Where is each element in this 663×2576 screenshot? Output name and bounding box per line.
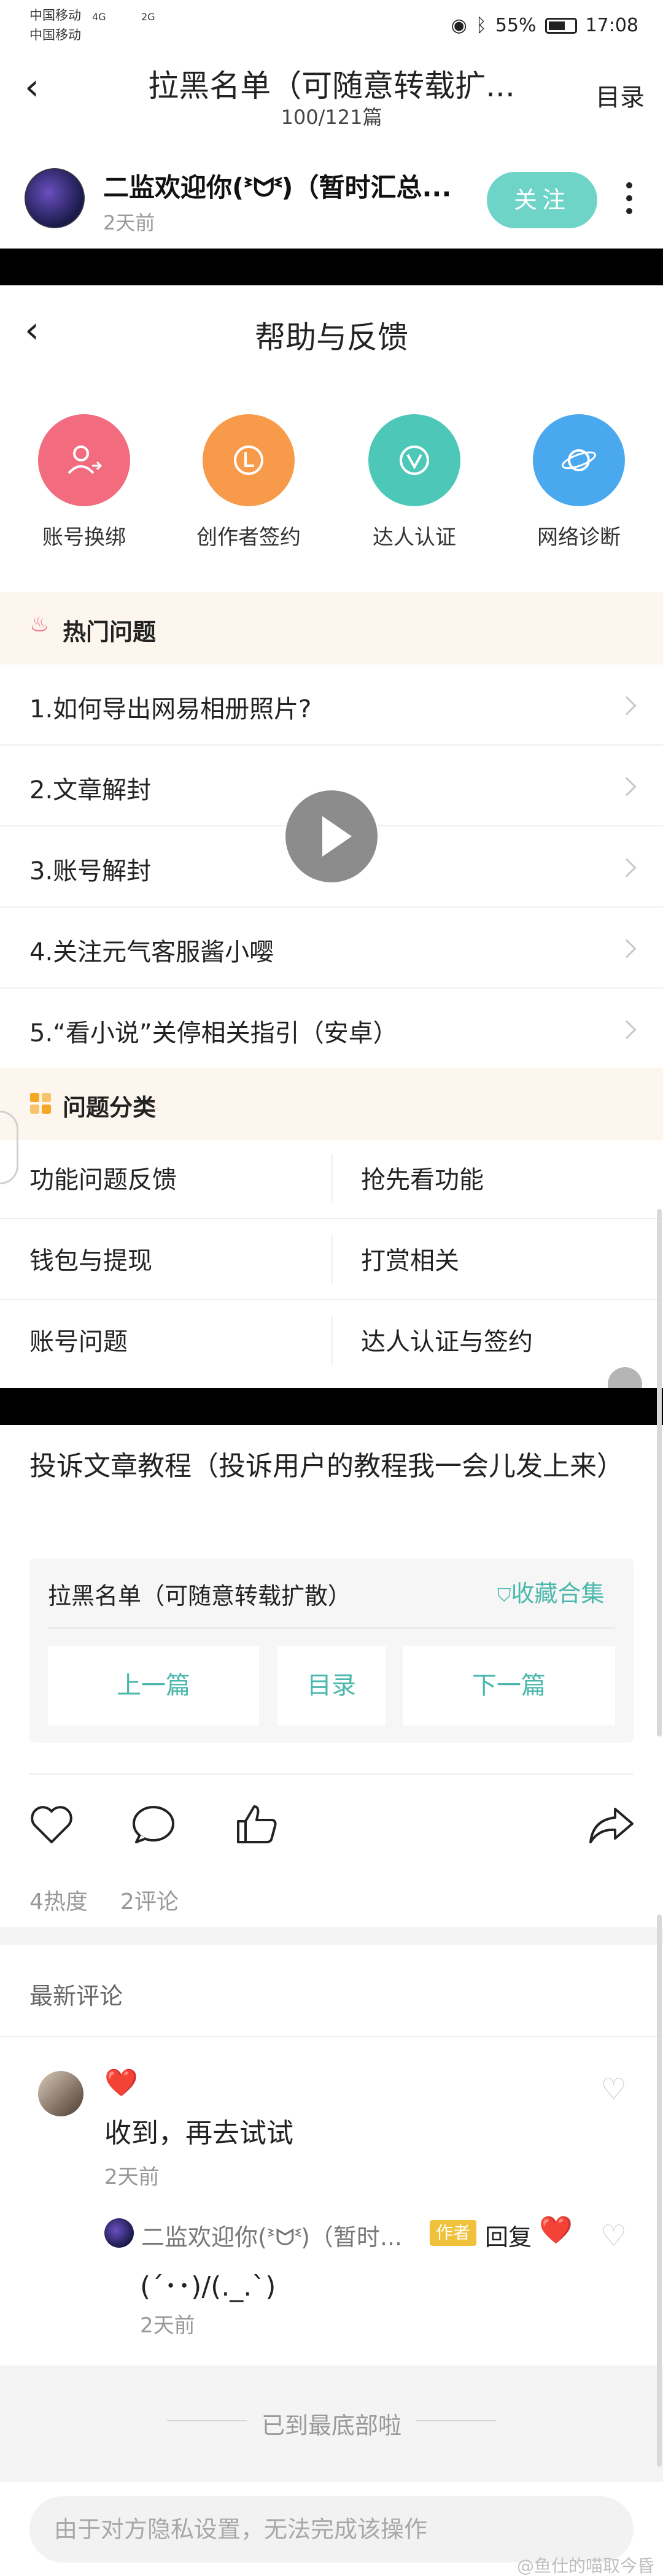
reply-author-name[interactable]: 二监欢迎你(ᕑᗢᓫ)（暂时... — [141, 2218, 402, 2252]
bookmark-icon: ⛉ — [497, 1585, 511, 1606]
next-article-button[interactable]: 下一篇 — [403, 1646, 615, 1726]
divider — [0, 1218, 663, 1219]
faq-question[interactable]: 3.账号解封 — [29, 851, 151, 887]
chevron-right-icon — [617, 777, 637, 796]
eye-icon: ◉ — [451, 15, 467, 36]
author-avatar[interactable] — [25, 168, 85, 228]
article-progress: 100/121篇 — [281, 106, 382, 129]
heart-badge-icon: ❤️ — [539, 2215, 573, 2246]
back-icon[interactable]: ‹ — [25, 69, 39, 106]
heat-count: 4热度 — [29, 1889, 88, 1915]
collection-fav-label: 收藏合集 — [511, 1580, 605, 1607]
reply-avatar[interactable] — [104, 2218, 134, 2248]
watermark: @鱼仕的喵取今昏 — [516, 2556, 654, 2576]
category-title: 问题分类 — [63, 1094, 157, 1121]
quick-label-verify[interactable]: 达人认证 — [341, 520, 488, 550]
prev-article-button[interactable]: 上一篇 — [48, 1646, 259, 1726]
scrollbar[interactable] — [657, 1209, 662, 1737]
comment-count[interactable]: 2评论 — [120, 1884, 179, 1916]
collection-fav-button[interactable]: ⛉收藏合集 — [497, 1575, 605, 1608]
collection-name[interactable]: 拉黑名单（可随意转载扩散） — [48, 1577, 351, 1611]
status-bar: 中国移动 中国移动 4G 2G ◉ ᛒ 55% 17:08 — [0, 0, 663, 55]
screenshot-divider — [0, 1388, 663, 1425]
latest-comments-header: 最新评论 — [29, 1983, 123, 2010]
scrollbar[interactable] — [657, 1915, 662, 2467]
faq-question[interactable]: 4.关注元气客服酱小嘤 — [29, 932, 274, 968]
comment-text: 收到，再去试试 — [104, 2118, 293, 2149]
account-switch-icon[interactable] — [38, 414, 130, 506]
verified-v-icon[interactable] — [368, 414, 460, 506]
bluetooth-icon: ᛒ — [475, 15, 487, 36]
like-heart-icon[interactable]: ♡ — [600, 2221, 627, 2251]
comment-icon[interactable] — [131, 1804, 176, 1847]
category-item[interactable]: 钱包与提现 — [29, 1241, 152, 1276]
faq-question[interactable]: 5.“看小说”关停相关指引（安卓） — [29, 1013, 398, 1049]
heart-icon[interactable] — [29, 1804, 74, 1847]
thumbs-up-icon[interactable] — [235, 1803, 279, 1848]
category-item[interactable]: 功能问题反馈 — [29, 1160, 177, 1195]
author-tag: 作者 — [430, 2220, 477, 2246]
network-2: 2G — [141, 11, 155, 23]
category-section-header: 问题分类 — [0, 1068, 663, 1140]
carrier-1: 中国移动 — [29, 8, 81, 23]
quick-label-network[interactable]: 网络诊断 — [505, 520, 653, 550]
quick-label-account[interactable]: 账号换绑 — [10, 520, 158, 550]
divider — [332, 1235, 333, 1284]
toc-button[interactable]: 目录 — [277, 1646, 386, 1726]
divider — [332, 1154, 333, 1203]
clock: 17:08 — [585, 15, 638, 36]
network-1: 4G — [92, 11, 106, 23]
battery-percent: 55% — [495, 15, 537, 36]
divider — [0, 2036, 663, 2037]
reply-text: (´･･)/(._.`) — [140, 2271, 276, 2302]
share-icon[interactable] — [588, 1805, 635, 1847]
commenter-avatar[interactable] — [38, 2071, 83, 2116]
reply-label: 回复 — [485, 2224, 532, 2251]
faq-question[interactable]: 2.文章解封 — [29, 770, 151, 806]
follow-button[interactable]: 关注 — [487, 172, 597, 228]
grid-icon — [29, 1092, 52, 1114]
battery-icon — [545, 17, 577, 34]
category-item[interactable]: 账号问题 — [29, 1322, 128, 1357]
end-of-list-text: 已到最底部啦 — [261, 2412, 401, 2439]
help-title: 帮助与反馈 — [255, 320, 408, 355]
chevron-right-icon — [617, 858, 637, 877]
divider — [48, 1627, 615, 1629]
quick-label-creator[interactable]: 创作者签约 — [175, 520, 322, 550]
planet-icon[interactable] — [533, 414, 625, 506]
more-icon[interactable] — [623, 178, 635, 221]
play-icon[interactable] — [285, 790, 378, 882]
category-item[interactable]: 打赏相关 — [361, 1241, 459, 1276]
creator-sign-icon[interactable] — [203, 414, 295, 506]
author-time: 2天前 — [103, 211, 155, 234]
comment-time: 2天前 — [104, 2165, 160, 2189]
section-separator — [0, 1927, 663, 1945]
article-body: 投诉文章教程（投诉用户的教程我一会儿发上来） — [29, 1451, 624, 1482]
page-title: 拉黑名单（可随意转载扩... — [148, 68, 515, 104]
category-item[interactable]: 抢先看功能 — [361, 1160, 484, 1195]
like-heart-icon[interactable]: ♡ — [600, 2075, 627, 2104]
divider — [332, 1316, 333, 1365]
screenshot-divider — [0, 249, 663, 285]
carrier-2: 中国移动 — [29, 28, 81, 42]
divider — [29, 1773, 634, 1775]
faq-row[interactable]: 1.如何导出网易相册照片? — [0, 665, 663, 746]
author-name[interactable]: 二监欢迎你(ᕑᗢᓫ)（暂时汇总... — [103, 167, 471, 204]
divider — [0, 1299, 663, 1300]
faq-row[interactable]: 4.关注元气客服酱小嘤 — [0, 908, 663, 989]
chevron-right-icon — [617, 939, 637, 958]
faq-row[interactable]: 5.“看小说”关停相关指引（安卓） — [0, 989, 663, 1070]
chevron-right-icon — [617, 696, 637, 715]
hot-section-header: ♨ 热门问题 — [0, 592, 663, 665]
side-drawer-handle[interactable] — [0, 1111, 18, 1184]
heart-badge-icon: ❤️ — [104, 2067, 138, 2099]
faq-question[interactable]: 1.如何导出网易相册照片? — [29, 689, 311, 725]
hot-title: 热门问题 — [63, 619, 157, 646]
category-item[interactable]: 达人认证与签约 — [361, 1322, 533, 1357]
toc-link[interactable]: 目录 — [595, 77, 645, 113]
fire-icon: ♨ — [29, 612, 50, 637]
chevron-right-icon — [617, 1020, 637, 1039]
reply-time: 2天前 — [140, 2313, 195, 2338]
status-icons: ◉ ᛒ 55% 17:08 — [451, 15, 638, 36]
